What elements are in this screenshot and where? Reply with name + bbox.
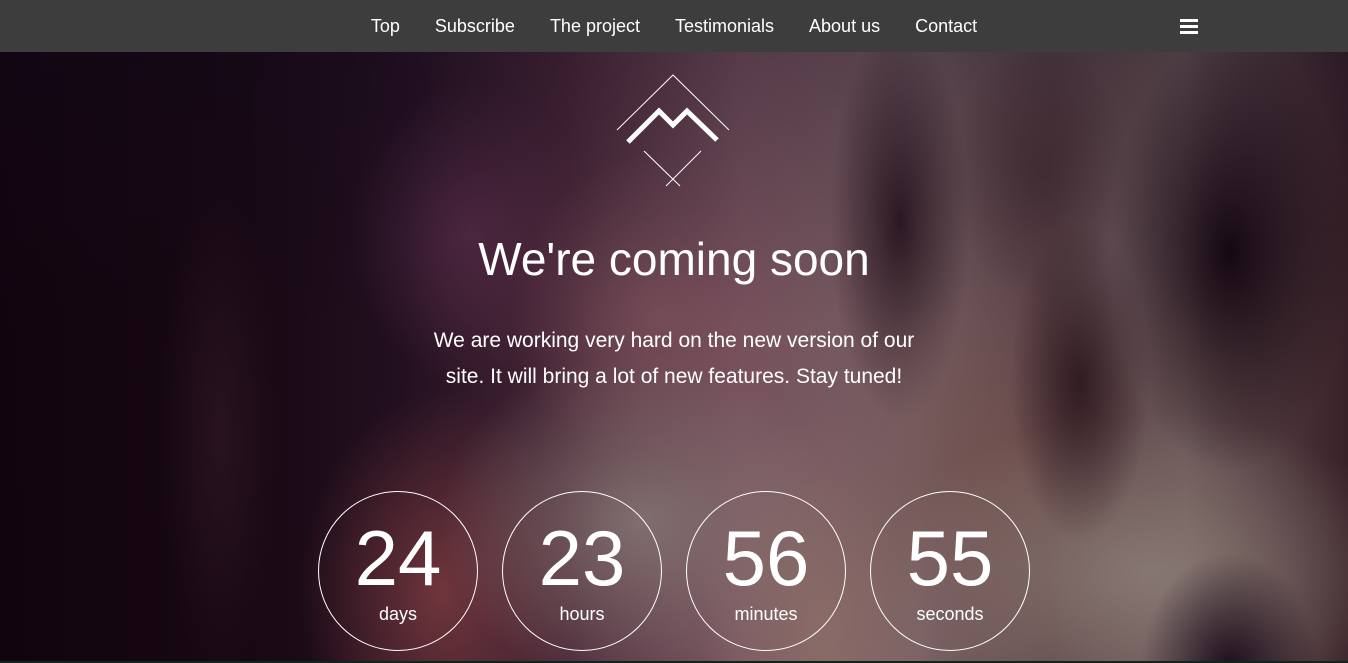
coming-soon-page: Top Subscribe The project Testimonials A… (0, 0, 1348, 663)
nav-link-testimonials[interactable]: Testimonials (657, 0, 791, 52)
hero-description: We are working very hard on the new vers… (433, 329, 915, 388)
countdown-label: seconds (916, 604, 984, 624)
countdown-label: minutes (734, 604, 798, 624)
top-navbar: Top Subscribe The project Testimonials A… (0, 0, 1348, 52)
logo-lower-left-line (643, 150, 681, 187)
countdown-timer: 24 days 23 hours 56 minutes 55 seconds (318, 491, 1030, 651)
menu-bar (1180, 19, 1198, 22)
nav-link-contact[interactable]: Contact (898, 0, 995, 52)
logo-lower-right-line (665, 150, 702, 187)
countdown-seconds: 55 seconds (870, 491, 1030, 651)
countdown-label: days (378, 604, 418, 624)
mountain-logo-icon (616, 74, 730, 187)
countdown-value: 55 (906, 514, 994, 602)
countdown-value: 24 (354, 514, 442, 602)
countdown-days: 24 days (318, 491, 478, 651)
menu-bar (1180, 31, 1198, 34)
nav-link-subscribe[interactable]: Subscribe (417, 0, 532, 52)
nav-link-the-project[interactable]: The project (532, 0, 657, 52)
countdown-value: 23 (538, 514, 626, 602)
nav-links: Top Subscribe The project Testimonials A… (0, 0, 1348, 52)
nav-link-top[interactable]: Top (353, 0, 417, 52)
hamburger-menu-icon[interactable] (1178, 17, 1200, 35)
menu-bar (1180, 25, 1198, 28)
logo-mountain-peaks (626, 107, 719, 144)
page-title: We're coming soon (478, 233, 870, 285)
countdown-value: 56 (722, 514, 810, 602)
countdown-minutes: 56 minutes (686, 491, 846, 651)
nav-link-about-us[interactable]: About us (792, 0, 898, 52)
countdown-label: hours (559, 604, 605, 624)
countdown-hours: 23 hours (502, 491, 662, 651)
